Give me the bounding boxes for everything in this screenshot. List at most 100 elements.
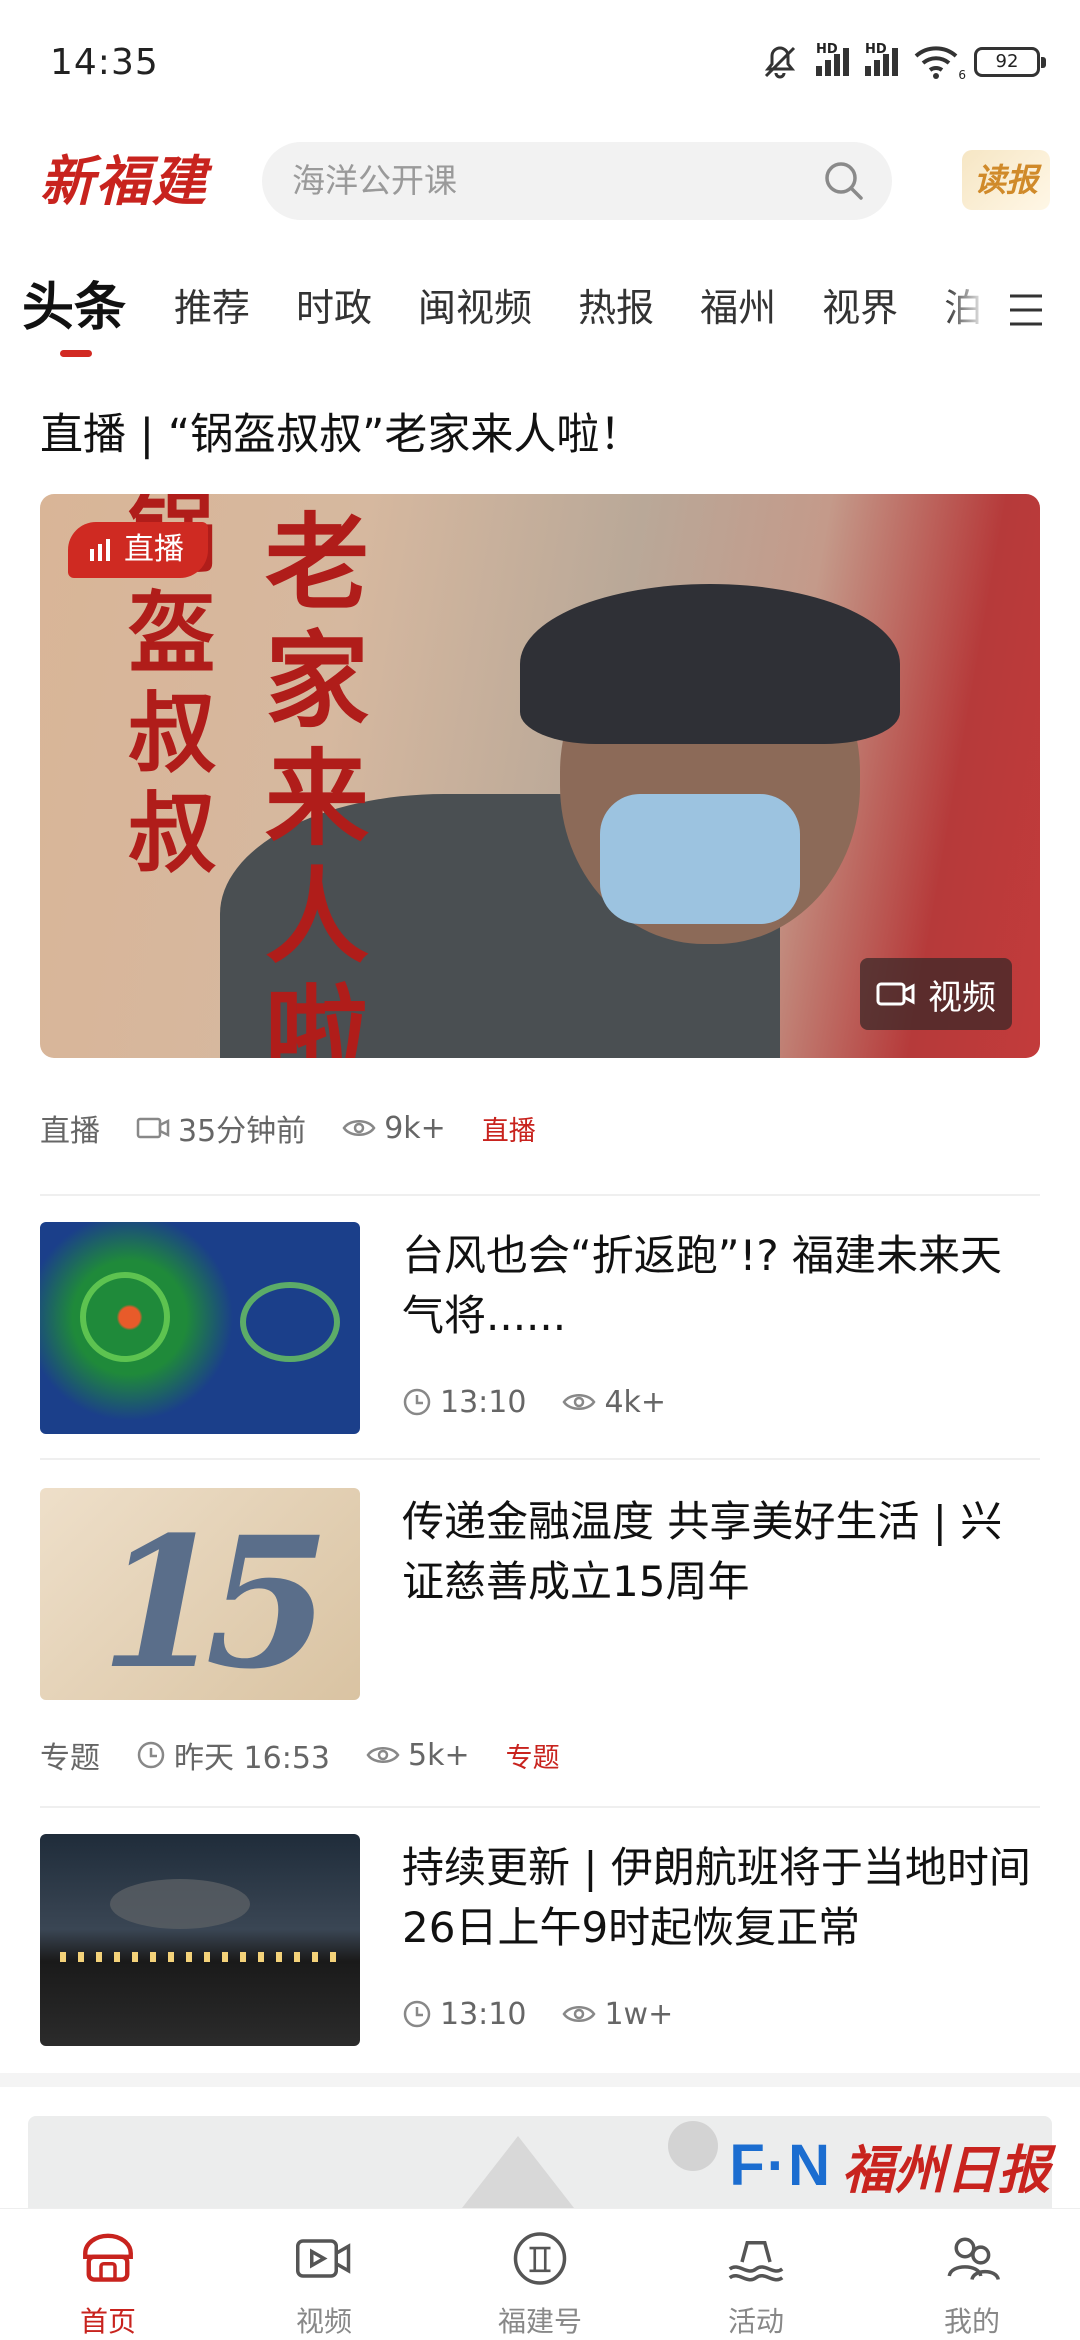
search-input[interactable]: 海洋公开课 (262, 142, 892, 220)
meta-time-text: 13:10 (440, 1996, 527, 2032)
clock-icon (403, 2000, 431, 2028)
meta-time-text: 昨天 16:53 (174, 1741, 330, 1776)
tab-fuzhou[interactable]: 福州 (700, 268, 776, 348)
news-meta: 13:10 4k+ (402, 1382, 702, 1422)
meta-time: 13:10 (402, 1385, 526, 1420)
feature-image[interactable]: 锅盔叔叔 老家来人啦 直播 视频 (40, 494, 1040, 1058)
camera-icon (876, 982, 915, 1006)
status-icons: HD HD 6 92 (760, 40, 1046, 84)
channel-menu-icon[interactable] (1006, 290, 1046, 330)
meta-views-text: 1w+ (604, 1996, 674, 2032)
meta-views-text: 5k+ (408, 1737, 470, 1773)
meta-views-text: 9k+ (384, 1110, 446, 1146)
fn-mark: F·N (729, 2133, 832, 2198)
feature-title[interactable]: 直播 | “锅盔叔叔”老家来人啦！ (40, 400, 642, 462)
tab-list: 头条 推荐 时政 闽视频 热报 福州 视界 泊 (22, 268, 982, 358)
app-logo[interactable]: 新福建 (40, 140, 220, 222)
meta-views: 1w+ (562, 1997, 673, 2032)
news-thumbnail (40, 1834, 360, 2046)
signal-1-icon: HD (816, 42, 849, 76)
tab-vision[interactable]: 视界 (822, 268, 898, 348)
video-small-icon (136, 1117, 170, 1139)
tab-headline[interactable]: 头条 (22, 268, 126, 357)
search-icon[interactable] (822, 159, 866, 203)
meta-time-text: 13:10 (440, 1384, 527, 1420)
profile-icon (947, 2237, 1000, 2281)
divider (40, 1806, 1040, 1808)
news-thumbnail (40, 1222, 360, 1434)
divider (40, 1458, 1040, 1460)
live-badge-label: 直播 (124, 532, 184, 567)
nav-label: 我的 (943, 2305, 1000, 2338)
nav-profile[interactable]: 我的 (864, 2209, 1080, 2340)
fujian-hao-icon (513, 2232, 567, 2285)
tab-politics[interactable]: 时政 (296, 268, 372, 348)
meta-category: 专题 (40, 1741, 100, 1776)
eye-icon (562, 2006, 596, 2022)
activity-icon (728, 2241, 784, 2282)
news-item-typhoon[interactable]: 台风也会“折返跑”!? 福建未来天气将...... 13:10 4k+ (40, 1222, 1040, 1434)
eye-icon (562, 1394, 596, 1410)
clock-icon (403, 1388, 431, 1416)
news-title: 台风也会“折返跑”!? 福建未来天气将...... (402, 1231, 1002, 1340)
tab-min-video[interactable]: 闽视频 (418, 268, 532, 348)
nav-activity[interactable]: 活动 (648, 2209, 864, 2340)
status-bar: 14:35 HD HD 6 92 (0, 0, 1080, 130)
nav-label: 首页 (79, 2305, 136, 2338)
eye-icon (342, 1120, 376, 1136)
meta-time: 13:10 (402, 1997, 526, 2032)
thumbnail-number: 15 (100, 1498, 330, 1700)
channel-tabs: 头条 推荐 时政 闽视频 热报 福州 视界 泊 (0, 268, 1080, 358)
mute-icon (764, 46, 796, 79)
fuzhou-daily-logo: F·N 福州日报 (729, 2128, 1050, 2203)
battery-indicator: 92 (974, 47, 1046, 77)
nav-home[interactable]: 首页 (0, 2209, 216, 2340)
meta-tag: 直播 (481, 1115, 536, 1147)
feature-meta: 直播 35分钟前 9k+ 直播 (40, 1106, 536, 1150)
news-item-finance[interactable]: 15 传递金融温度 共享美好生活 | 兴证慈善成立15周年 (40, 1488, 1040, 1700)
meta-views-text: 4k+ (604, 1384, 667, 1420)
eye-icon (366, 1747, 400, 1763)
news-meta: 专题 昨天 16:53 5k+ 专题 (40, 1733, 560, 1777)
video-badge: 视频 (860, 958, 1012, 1030)
meta-time-text: 35分钟前 (178, 1114, 307, 1149)
photo-mask (600, 794, 800, 924)
nav-fujian-hao[interactable]: 福建号 (432, 2209, 648, 2340)
nav-label: 视频 (295, 2305, 352, 2338)
news-title: 传递金融温度 共享美好生活 | 兴证慈善成立15周年 (402, 1497, 1003, 1606)
meta-time: 昨天 16:53 (136, 1733, 330, 1777)
bottom-nav: 首页 视频 福建号 活动 我的 (0, 2208, 1080, 2340)
live-badge: 直播 (68, 522, 208, 578)
live-bars-icon (90, 539, 110, 561)
news-item-iran-flights[interactable]: 持续更新 | 伊朗航班将于当地时间26日上午9时起恢复正常 13:10 1w+ (40, 1834, 1040, 2046)
meta-views: 9k+ (342, 1111, 446, 1146)
news-title: 持续更新 | 伊朗航班将于当地时间26日上午9时起恢复正常 (402, 1843, 1031, 1952)
news-meta: 13:10 1w+ (402, 1994, 709, 2034)
divider (40, 1194, 1040, 1196)
read-newspaper-button[interactable]: 读报 (962, 150, 1050, 210)
tab-fade (945, 268, 1005, 358)
video-icon (296, 2239, 351, 2278)
app-header: 新福建 海洋公开课 读报 (0, 140, 1080, 222)
search-placeholder: 海洋公开课 (292, 161, 457, 200)
home-icon (83, 2233, 133, 2282)
section-gap (0, 2073, 1080, 2087)
nav-label: 活动 (727, 2305, 784, 2338)
news-thumbnail: 15 (40, 1488, 360, 1700)
wifi-icon: 6 (914, 44, 966, 82)
meta-time: 35分钟前 (136, 1106, 306, 1150)
photo-cap (520, 584, 900, 744)
meta-tag: 专题 (505, 1742, 560, 1774)
fn-name: 福州日报 (841, 2140, 1050, 2201)
clock-icon (137, 1741, 165, 1769)
tab-recommend[interactable]: 推荐 (174, 268, 250, 348)
meta-views: 4k+ (562, 1385, 666, 1420)
meta-category: 直播 (40, 1114, 100, 1149)
nav-video[interactable]: 视频 (216, 2209, 432, 2340)
image-overlay-text-right: 老家来人啦 (265, 502, 370, 1058)
nav-label: 福建号 (497, 2305, 582, 2338)
meta-views: 5k+ (366, 1738, 470, 1773)
status-time: 14:35 (50, 42, 159, 83)
video-badge-label: 视频 (928, 977, 996, 1018)
tab-hot[interactable]: 热报 (578, 268, 654, 348)
